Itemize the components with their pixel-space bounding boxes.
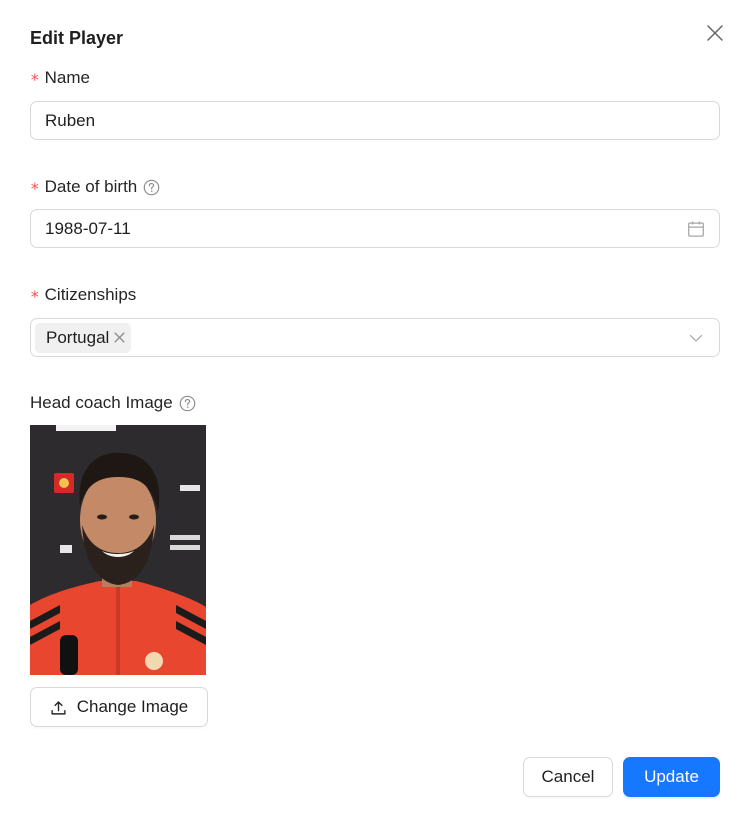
change-image-button[interactable]: Change Image (30, 687, 208, 727)
head-coach-image-label-row: Head coach Image (30, 391, 196, 415)
update-button[interactable]: Update (623, 757, 720, 797)
citizenships-label-row: * Citizenships (30, 283, 136, 307)
required-mark: * (30, 286, 40, 306)
name-field-wrapper (30, 101, 720, 140)
cancel-label: Cancel (541, 767, 595, 786)
update-label: Update (644, 767, 699, 786)
change-image-label: Change Image (76, 697, 189, 716)
date-of-birth-input[interactable] (31, 210, 719, 247)
name-label-row: * Name (30, 66, 90, 90)
chevron-down-icon[interactable] (687, 329, 705, 347)
close-icon (707, 25, 723, 41)
dialog-title: Edit Player (30, 28, 124, 48)
date-of-birth-label-row: * Date of birth (30, 175, 160, 199)
required-mark: * (30, 178, 40, 198)
question-circle-icon[interactable] (143, 179, 160, 196)
edit-player-dialog: Edit Player * Name * Date of birth (0, 0, 750, 818)
upload-icon (51, 700, 66, 715)
citizenships-select[interactable]: Portugal (30, 318, 720, 357)
head-coach-image-label: Head coach Image (30, 393, 173, 412)
close-button[interactable] (702, 20, 728, 46)
name-input[interactable] (31, 102, 719, 139)
date-of-birth-label: Date of birth (44, 177, 138, 196)
citizenships-label: Citizenships (44, 285, 137, 304)
calendar-icon[interactable] (687, 220, 705, 238)
name-label: Name (44, 68, 90, 87)
date-of-birth-picker (30, 209, 720, 248)
cancel-button[interactable]: Cancel (523, 757, 613, 797)
tag-portugal: Portugal (35, 322, 132, 353)
tag-close-icon[interactable] (114, 332, 125, 343)
required-mark: * (30, 69, 40, 89)
tag-label: Portugal (46, 327, 110, 347)
question-circle-icon[interactable] (179, 395, 196, 412)
head-coach-photo (30, 425, 206, 675)
